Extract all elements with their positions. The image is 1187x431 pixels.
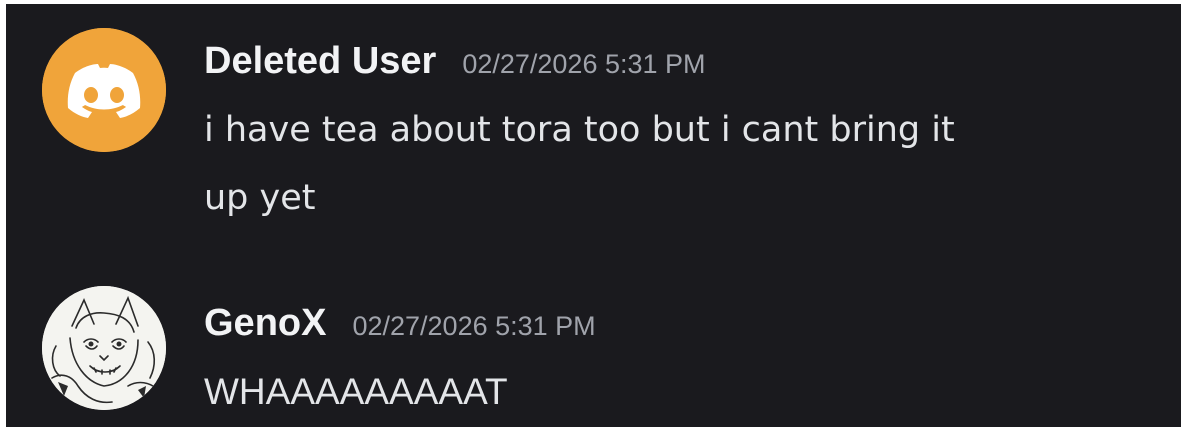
message-content: WHAAAAAAAAAT — [204, 358, 508, 426]
message-line: up yet — [204, 178, 316, 218]
timestamp: 02/27/2026 5:31 PM — [352, 311, 596, 341]
username[interactable]: GenoX — [204, 302, 326, 345]
message-content: i have tea about tora too but i cant bri… — [204, 96, 955, 232]
chat-panel: Deleted User 02/27/2026 5:31 PM i have t… — [6, 4, 1181, 427]
avatar[interactable] — [42, 28, 166, 152]
message-line: WHAAAAAAAAAT — [204, 371, 508, 412]
message-header: Deleted User 02/27/2026 5:31 PM — [204, 40, 706, 83]
discord-logo-icon — [42, 28, 166, 152]
username[interactable]: Deleted User — [204, 40, 436, 83]
timestamp: 02/27/2026 5:31 PM — [462, 49, 706, 79]
avatar[interactable] — [42, 286, 166, 410]
message-item: Deleted User 02/27/2026 5:31 PM i have t… — [6, 4, 1181, 254]
message-header: GenoX 02/27/2026 5:31 PM — [204, 302, 596, 345]
sketch-character-avatar — [42, 286, 166, 410]
message-item: GenoX 02/27/2026 5:31 PM WHAAAAAAAAAT — [6, 286, 1181, 426]
message-line: i have tea about tora too but i cant bri… — [204, 110, 955, 150]
